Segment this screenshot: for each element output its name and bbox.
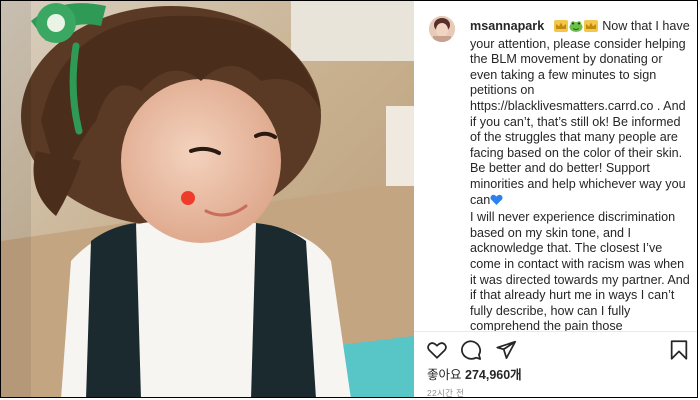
likes-count[interactable]: 좋아요 274,960개 [427,364,522,383]
avatar[interactable] [429,16,455,42]
heart-outline-icon[interactable] [426,339,448,361]
post-photo[interactable] [1,1,414,397]
blue-heart-icon [490,194,503,211]
likes-label: 좋아요 [427,368,462,382]
likes-number: 274,960개 [465,368,522,382]
post-caption: msannapark Now that I have your attentio… [470,19,692,331]
bookmark-icon[interactable] [668,339,690,361]
comment-bubble-icon[interactable] [460,339,482,361]
caption-text: Now that I have your attention, please c… [470,19,690,207]
crown-icon [583,20,598,37]
post-actions-bar [414,331,697,366]
caption-area: msannapark Now that I have your attentio… [414,1,697,331]
username-link[interactable]: msannapark [470,19,544,33]
post-side-panel: msannapark Now that I have your attentio… [414,1,697,397]
crown-icon [553,20,568,37]
paper-plane-icon[interactable] [495,339,517,361]
frog-icon [569,20,583,37]
instagram-post-frame: msannapark Now that I have your attentio… [0,0,698,398]
caption-text-continued: I will never experience discrimination b… [470,210,690,331]
post-timestamp[interactable]: 22시간 전 [427,387,464,397]
avatar-photo [429,16,455,42]
child-photo-illustration [1,1,414,397]
